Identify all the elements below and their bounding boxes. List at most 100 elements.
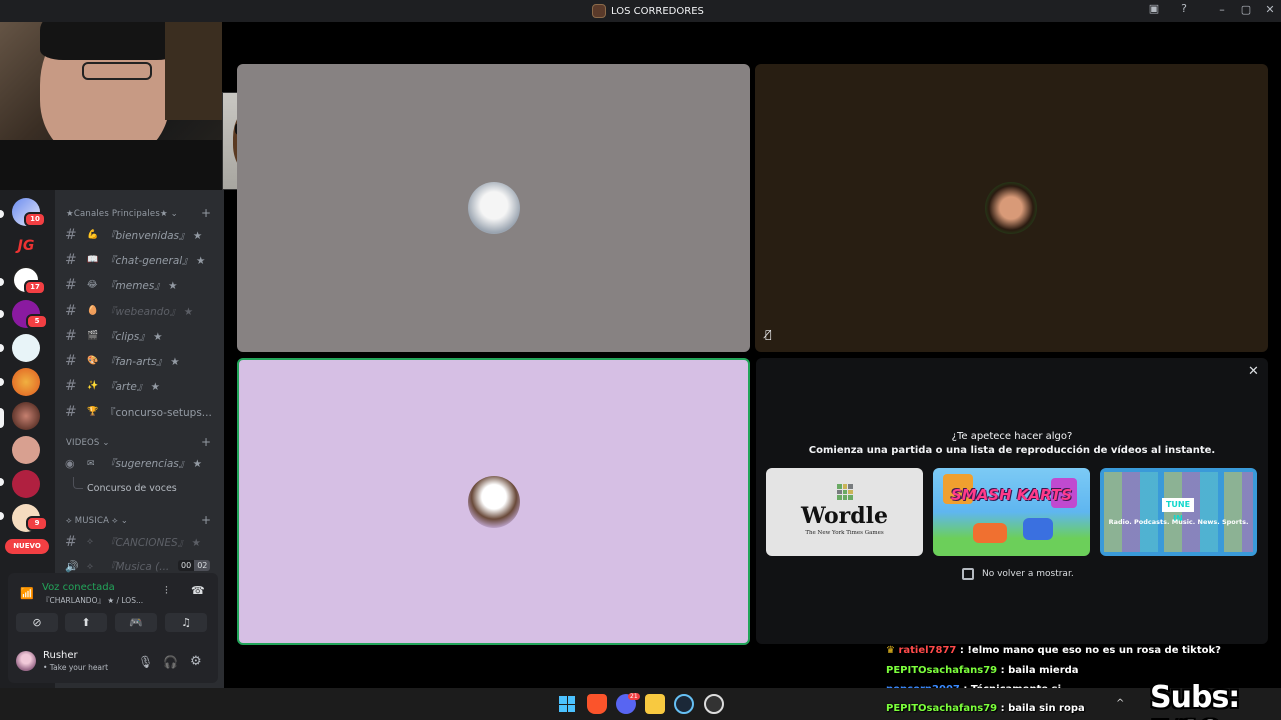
voice-status[interactable]: Voz conectada (42, 582, 115, 593)
muted-mic-icon: 🎙̸ (765, 328, 772, 341)
card-title: SMASH KARTS (950, 486, 1073, 504)
server-icon-jg[interactable]: JG (12, 232, 40, 260)
server-badge-3: 5 (26, 314, 48, 329)
hash-icon: # (65, 353, 77, 369)
category-canales-principales[interactable]: ★Canales Principales★ ⌄ (66, 209, 178, 219)
steam-icon[interactable] (674, 694, 694, 714)
video-tile-speaking[interactable] (237, 358, 750, 645)
channel-chat-general[interactable]: # 📖 『chat-general』 ★ (65, 252, 215, 268)
brave-browser-icon[interactable] (587, 694, 607, 714)
activities-button[interactable]: 🎮 (115, 613, 157, 632)
channel-label: 『fan-arts』 ★ (105, 355, 180, 368)
hash-icon: # (65, 534, 77, 550)
minimize-icon[interactable]: – (1213, 3, 1231, 16)
channel-label: 『concurso-setups... (105, 406, 212, 419)
card-subtitle: The New York Times Games (805, 530, 884, 536)
noise-suppression-icon[interactable]: ⫶ (165, 584, 168, 598)
unread-pill (0, 344, 4, 352)
thread-connector (73, 477, 83, 489)
tray-chevron-icon[interactable]: ^ (1116, 698, 1124, 709)
chat-text: : baila sin ropa (997, 703, 1085, 714)
speaker-icon: 🔊 (65, 560, 79, 573)
channel-bienvenidas[interactable]: # 💪 『bienvenidas』 ★ (65, 227, 215, 243)
add-channel-icon[interactable]: + (201, 513, 211, 527)
obs-icon[interactable] (704, 694, 724, 714)
chat-user: ratiel7877 (898, 645, 957, 656)
close-window-icon[interactable]: ✕ (1261, 3, 1279, 16)
channel-label: 『sugerencias』 ★ (105, 458, 203, 470)
channel-arte[interactable]: # ✨ 『arte』 ★ (65, 378, 215, 394)
start-menu-icon[interactable] (557, 694, 577, 714)
dont-show-label[interactable]: No volver a mostrar. (982, 569, 1074, 579)
dont-show-checkbox[interactable] (962, 568, 974, 580)
channel-clips[interactable]: # 🎬 『clips』 ★ (65, 328, 215, 344)
channel-sugerencias[interactable]: ◉ ✉ 『sugerencias』 ★ (65, 456, 215, 471)
channel-label: 『webeando』 ★ (105, 305, 194, 318)
chat-text: : !elmo mano que eso no es un rosa de ti… (956, 645, 1221, 656)
server-icon-5[interactable] (12, 334, 40, 362)
soundboard-button[interactable]: ♫ (165, 613, 207, 632)
video-tile-2[interactable]: 🎙̸ (755, 64, 1268, 352)
video-tile-1[interactable] (237, 64, 750, 352)
hash-icon: # (65, 227, 77, 243)
channel-canciones[interactable]: # ⟡ 『CANCIONES』 ★ (65, 534, 215, 550)
channel-concurso-setups[interactable]: # 🏆 『concurso-setups... (65, 404, 215, 420)
channel-emoji: 🥚 (87, 306, 99, 316)
taskbar: 21 ^ (0, 688, 1281, 720)
activity-card-tunein[interactable]: TUNE IN Radio. Podcasts. Music. News. Sp… (1100, 468, 1257, 556)
settings-gear-icon[interactable]: ⚙ (190, 654, 202, 669)
screen-share-button[interactable]: ⬆ (65, 613, 107, 632)
channel-emoji: 😂 (87, 280, 98, 290)
webcam-shirt (0, 140, 222, 190)
channel-musica-voice[interactable]: 🔊 ⟡ 『Musica (... (65, 559, 175, 574)
channel-fan-arts[interactable]: # 🎨 『fan-arts』 ★ (65, 353, 215, 369)
category-videos[interactable]: VIDEOS ⌄ (66, 438, 110, 448)
username[interactable]: Rusher (43, 650, 78, 661)
voice-channel-name[interactable]: 『CHARLANDO』 ★ / LOS... (42, 595, 143, 606)
category-musica[interactable]: ⟡ MUSICA ⟡ ⌄ (66, 516, 128, 526)
channel-label: 『memes』 ★ (105, 279, 178, 292)
server-icon-9[interactable] (12, 470, 40, 498)
activity-panel: ✕ ¿Te apetece hacer algo? Comienza una p… (756, 358, 1268, 644)
webcam-streamer (0, 0, 222, 190)
activity-card-wordle[interactable]: Wordle The New York Times Games (766, 468, 923, 556)
thread-concurso-de-voces[interactable]: Concurso de voces (87, 483, 177, 494)
camera-off-button[interactable]: ⊘ (16, 613, 58, 632)
forum-icon: ◉ (65, 457, 75, 470)
avatar[interactable] (16, 651, 36, 671)
channel-label: 『arte』 ★ (105, 380, 161, 393)
webcam-glasses (82, 62, 152, 80)
channel-webeando[interactable]: # 🥚 『webeando』 ★ (65, 303, 215, 319)
title-bar: LOS CORREDORES ▣ ? – ▢ ✕ (0, 0, 1281, 22)
unread-pill (0, 210, 4, 218)
add-channel-icon[interactable]: + (201, 435, 211, 449)
help-icon[interactable]: ? (1175, 2, 1193, 15)
microphone-icon[interactable]: 🎙 (138, 655, 153, 669)
chat-message: ♛ ratiel7877 : !elmo mano que eso no es … (886, 645, 1221, 656)
file-explorer-icon[interactable] (645, 694, 665, 714)
add-channel-icon[interactable]: + (201, 206, 211, 220)
server-icon-6[interactable] (12, 368, 40, 396)
close-icon[interactable]: ✕ (1248, 364, 1259, 379)
card-title: TUNE IN (1162, 498, 1194, 523)
activity-card-smash-karts[interactable]: SMASH KARTS (933, 468, 1090, 556)
channel-emoji: 🎨 (87, 356, 99, 366)
voice-panel: 📶 Voz conectada 『CHARLANDO』 ★ / LOS... ⫶… (8, 573, 218, 683)
channel-memes[interactable]: # 😂 『memes』 ★ (65, 277, 215, 293)
disconnect-icon[interactable]: ☎ (191, 584, 205, 597)
user-count: 00 (178, 560, 195, 571)
maximize-icon[interactable]: ▢ (1237, 3, 1255, 16)
inbox-icon[interactable]: ▣ (1145, 2, 1163, 15)
server-icon-selected[interactable] (12, 402, 40, 430)
subs-counter: Subs: 5/10 (1150, 680, 1240, 720)
unread-pill (0, 278, 4, 286)
server-icon-8[interactable] (12, 436, 40, 464)
hash-icon: # (65, 252, 77, 268)
discord-badge: 21 (628, 693, 640, 700)
custom-status: • Take your heart (43, 663, 109, 672)
chat-user: PEPITOsachafans79 (886, 665, 998, 676)
headphones-icon[interactable]: 🎧 (163, 655, 178, 669)
channel-emoji: 🎬 (87, 331, 99, 341)
kart-shape (973, 523, 1007, 543)
signal-icon: 📶 (20, 587, 34, 600)
